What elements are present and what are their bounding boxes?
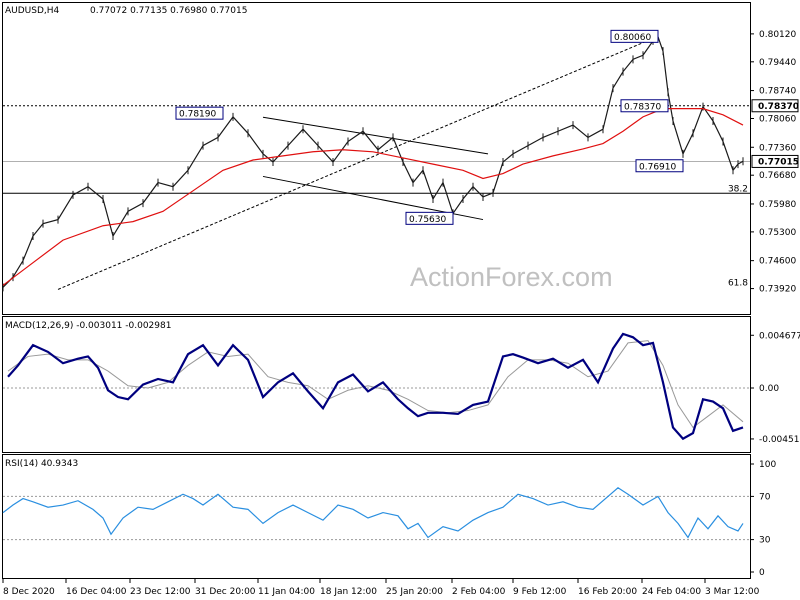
watermark: ActionForex.com — [410, 262, 613, 292]
x-axis-label: 9 Feb 12:00 — [513, 587, 567, 597]
chart-ohlc: 0.77072 0.77135 0.76980 0.77015 — [90, 6, 247, 16]
rsi-title: RSI(14) 40.9343 — [5, 459, 78, 469]
rsi-line — [2, 487, 744, 539]
macd-axis-label: 0.004677 — [759, 331, 800, 341]
price-layer: 38.2 61.8 0.80060 0.78190 0.78370 0.76910 0.75… — [2, 29, 750, 292]
rsi-panel-frame — [2, 454, 751, 579]
x-axis-label: 11 Jan 04:00 — [258, 587, 315, 597]
macd-axis-label: 0.00 — [759, 384, 779, 394]
price-axis-label: 0.78740 — [759, 87, 796, 97]
level-label-0.80060: 0.80060 — [614, 33, 651, 43]
price-tag-label: 0.78370 — [758, 102, 799, 112]
price-axis-label: 0.79440 — [759, 58, 796, 68]
price-axis-label: 0.78060 — [759, 115, 796, 125]
macd-signal-line — [7, 340, 744, 429]
price-panel-frame — [2, 2, 751, 315]
x-axis-label: 16 Feb 20:00 — [578, 587, 637, 597]
price-axis-label: 0.76680 — [759, 171, 796, 181]
price-axis-label: 0.73920 — [759, 285, 796, 295]
rsi-layer — [2, 487, 750, 541]
level-label-0.78370: 0.78370 — [624, 102, 661, 112]
x-axis-label: 3 Mar 12:00 — [705, 587, 760, 597]
level-label-0.75630: 0.75630 — [409, 215, 446, 225]
macd-layer — [3, 332, 750, 441]
price-axis-label: 0.74600 — [759, 257, 796, 267]
rsi-axis-label: 30 — [759, 536, 771, 546]
price-axis-label: 0.77360 — [759, 143, 796, 153]
macd-line — [7, 332, 744, 441]
rsi-axis-label: 70 — [759, 492, 771, 502]
macd-title: MACD(12,26,9) -0.003011 -0.002981 — [5, 321, 171, 331]
x-axis-label: 23 Dec 12:00 — [130, 587, 191, 597]
x-axis-label: 16 Dec 04:00 — [66, 587, 127, 597]
chart-symbol: AUDUSD,H4 — [5, 6, 60, 16]
x-axis-label: 8 Dec 2020 — [3, 587, 55, 597]
axis-layer: 0.80120 0.79440 0.78740 0.78060 0.77360 0.766… — [2, 30, 800, 597]
fib-label-38.2: 38.2 — [728, 184, 748, 194]
macd-panel-frame — [2, 316, 751, 453]
price-axis-label: 0.75300 — [759, 228, 796, 238]
rsi-axis-label: 100 — [759, 460, 776, 470]
chart-canvas: ActionForex.com 38.261.80.800600.781900.… — [2, 2, 800, 597]
x-axis-label: 2 Feb 04:00 — [452, 587, 506, 597]
rsi-axis-label: 0 — [759, 568, 765, 578]
price-tag-label: 0.77015 — [758, 157, 799, 167]
macd-axis-label: -0.004519 — [759, 435, 800, 445]
x-axis-label: 24 Feb 04:00 — [642, 587, 701, 597]
x-axis-label: 31 Dec 20:00 — [195, 587, 256, 597]
price-axis-label: 0.75980 — [759, 200, 796, 210]
level-label-0.78190: 0.78190 — [179, 110, 216, 120]
level-label-0.76910: 0.76910 — [639, 162, 676, 172]
price-axis-label: 0.80120 — [759, 30, 796, 40]
price-series-line — [2, 35, 744, 288]
fib-label-61.8: 61.8 — [728, 278, 748, 288]
x-axis-label: 25 Jan 20:00 — [386, 587, 443, 597]
dotted-trendline — [57, 35, 659, 290]
x-axis-label: 18 Jan 12:00 — [320, 587, 377, 597]
